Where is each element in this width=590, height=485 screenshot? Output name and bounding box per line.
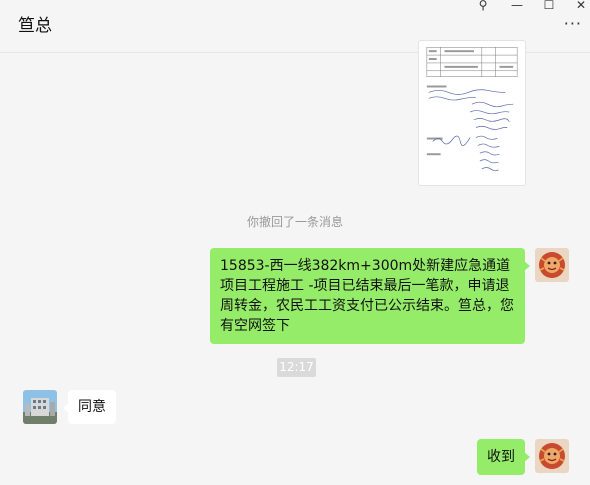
outgoing-message-bubble[interactable]: 收到	[477, 439, 530, 475]
more-options-icon[interactable]: ···	[564, 16, 582, 32]
self-avatar[interactable]	[535, 439, 569, 473]
minimize-icon[interactable]: —	[508, 0, 526, 12]
self-avatar[interactable]	[535, 248, 569, 282]
timestamp: 12:17	[277, 358, 316, 377]
document-image-message[interactable]	[418, 40, 526, 186]
chat-title[interactable]: 笪总	[18, 11, 52, 36]
document-image-icon	[419, 41, 525, 185]
close-icon[interactable]: ✕	[572, 0, 590, 12]
contact-avatar[interactable]	[23, 390, 57, 424]
incoming-message-bubble[interactable]: 同意	[63, 390, 116, 424]
recall-notice: 你撤回了一条消息	[246, 215, 343, 229]
outgoing-message-bubble[interactable]: 15853-西一线382km+300m处新建应急通道项目工程施工 -项目已结束最…	[210, 248, 530, 344]
pin-icon[interactable]: ⚲	[474, 0, 492, 12]
maximize-icon[interactable]: ☐	[540, 0, 558, 12]
